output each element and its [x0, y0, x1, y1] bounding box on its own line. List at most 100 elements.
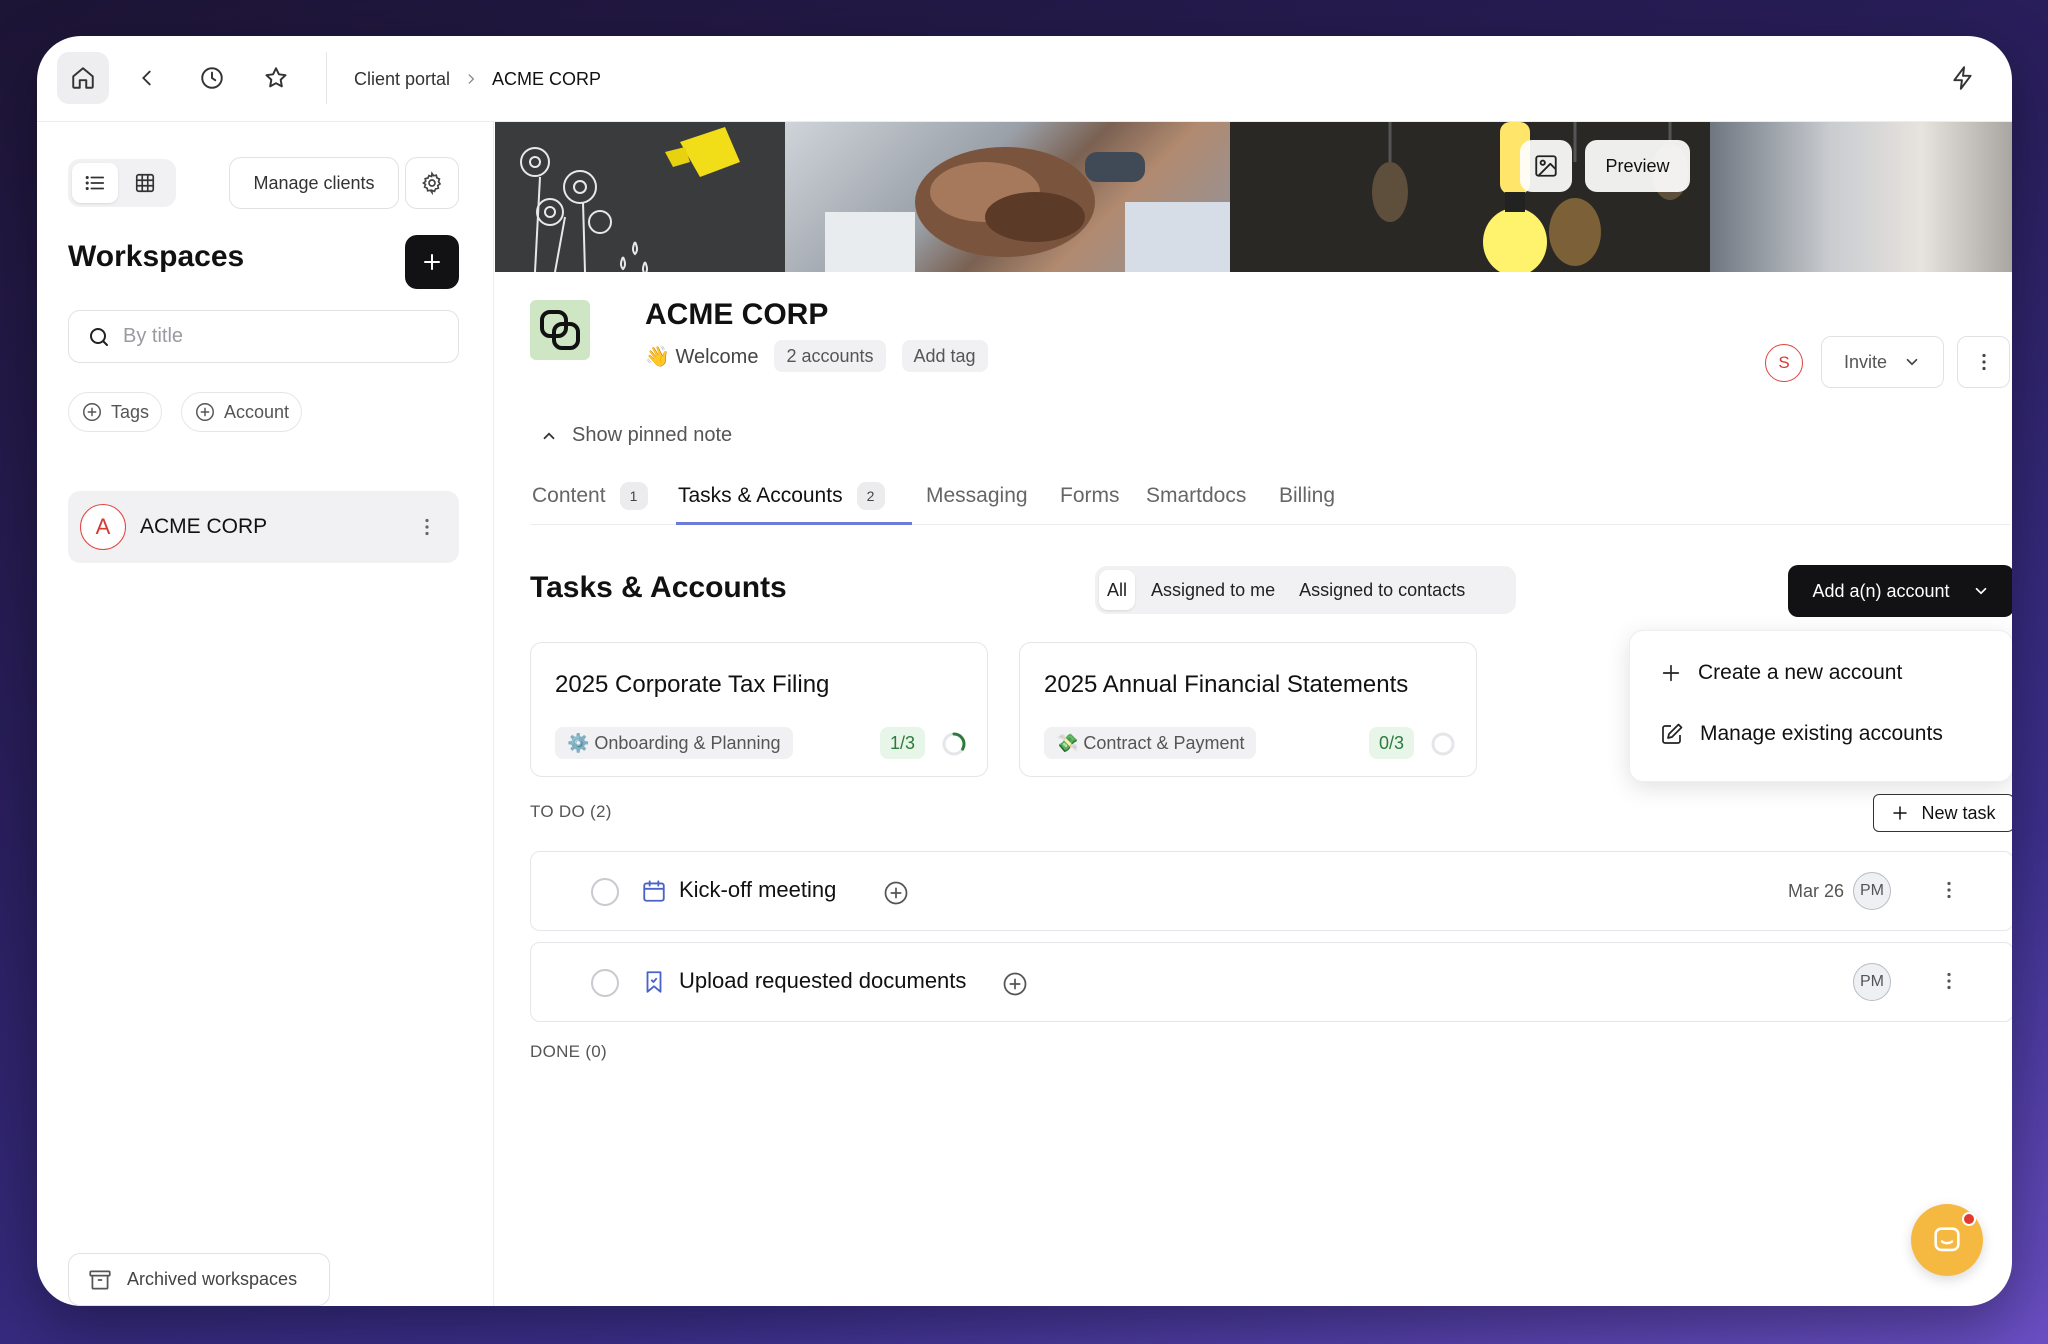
task-row[interactable]: Kick-off meeting Mar 26 PM — [530, 851, 2012, 931]
clock-icon — [201, 67, 223, 89]
manage-accounts-label: Manage existing accounts — [1700, 722, 1943, 745]
add-subtask-icon[interactable] — [882, 879, 910, 907]
toolbar-divider — [326, 52, 327, 104]
home-button[interactable] — [57, 52, 109, 104]
list-icon — [85, 175, 105, 191]
new-task-button[interactable]: New task — [1873, 794, 2012, 832]
filter-account-chip[interactable]: Account — [181, 392, 303, 432]
banner-image-hands — [785, 122, 1230, 272]
done-section-label: DONE (0) — [530, 1042, 608, 1061]
client-name: ACME CORP — [645, 298, 829, 331]
tab-content[interactable]: Content 1 — [532, 470, 648, 522]
filter-assigned-to-contacts[interactable]: Assigned to contacts — [1291, 570, 1473, 610]
invite-label: Invite — [1843, 351, 1888, 372]
tab-smartdocs[interactable]: Smartdocs — [1146, 470, 1246, 522]
settings-button[interactable] — [405, 157, 459, 209]
add-account-button[interactable]: Add a(n) account — [1788, 565, 2012, 617]
more-vertical-icon — [1981, 353, 1986, 371]
add-account-label: Add a(n) account — [1812, 580, 1950, 601]
tab-billing[interactable]: Billing — [1279, 470, 1335, 522]
client-logo — [530, 300, 590, 360]
preview-button[interactable]: Preview — [1585, 140, 1690, 192]
progress-ring — [942, 732, 966, 756]
archived-workspaces-button[interactable]: Archived workspaces — [68, 1253, 330, 1306]
task-name[interactable]: Upload requested documents — [679, 968, 966, 994]
back-button[interactable] — [121, 52, 173, 104]
tab-messaging[interactable]: Messaging — [926, 470, 1028, 522]
tab-label: Forms — [1060, 484, 1120, 507]
task-due-date[interactable]: Mar 26 — [1788, 881, 1844, 902]
tab-label: Smartdocs — [1146, 484, 1247, 507]
tab-forms[interactable]: Forms — [1060, 470, 1120, 522]
invite-button[interactable]: Invite — [1821, 336, 1944, 388]
avatar[interactable]: S — [1765, 344, 1803, 382]
tab-label: Tasks & Accounts — [678, 484, 843, 507]
account-card[interactable]: 2025 Corporate Tax Filing ⚙️ Onboarding … — [530, 642, 988, 777]
archive-icon — [89, 1269, 111, 1290]
filter-all[interactable]: All — [1099, 570, 1136, 610]
task-more-button[interactable] — [1937, 878, 1961, 907]
tab-count-badge: 1 — [619, 482, 648, 510]
add-tag-button[interactable]: Add tag — [901, 340, 988, 372]
task-row[interactable]: Upload requested documents PM — [530, 942, 2012, 1022]
add-subtask-icon[interactable] — [1001, 970, 1029, 998]
plus-icon — [1893, 806, 1908, 820]
search-input[interactable] — [123, 325, 423, 348]
task-more-button[interactable] — [1937, 969, 1961, 998]
quick-actions-button[interactable] — [1937, 52, 1989, 104]
gear-icon — [422, 171, 442, 195]
workspace-name: ACME CORP — [140, 515, 268, 538]
bookmark-icon — [646, 971, 662, 993]
plus-icon — [424, 254, 440, 270]
add-account-dropdown: Create a new account Manage existing acc… — [1629, 630, 2012, 782]
calendar-icon — [643, 880, 665, 902]
edit-icon — [1662, 723, 1683, 744]
section-title: Tasks & Accounts — [530, 571, 787, 604]
history-button[interactable] — [186, 52, 238, 104]
breadcrumb-current: ACME CORP — [492, 68, 602, 89]
grid-icon — [135, 173, 155, 193]
list-view-button[interactable] — [72, 163, 118, 203]
create-account-menu-item[interactable]: Create a new account — [1660, 661, 1902, 685]
account-card[interactable]: 2025 Annual Financial Statements 💸 Contr… — [1019, 642, 1477, 777]
more-vertical-icon — [1947, 972, 1951, 990]
filter-tags-chip[interactable]: Tags — [68, 392, 163, 432]
workspace-search — [68, 310, 459, 363]
client-meta: 👋 Welcome 2 accounts Add tag — [645, 340, 988, 372]
main-content: Preview ACME CORP 👋 Welcome 2 accounts A… — [495, 122, 2012, 1306]
add-workspace-button[interactable] — [405, 235, 459, 289]
lightning-icon — [1953, 66, 1972, 90]
filter-assigned-to-me[interactable]: Assigned to me — [1143, 570, 1283, 610]
favorites-button[interactable] — [250, 52, 302, 104]
avatar: A — [80, 504, 126, 550]
avatar[interactable]: PM — [1853, 872, 1891, 910]
notification-dot — [1962, 1212, 1976, 1226]
change-cover-button[interactable] — [1520, 140, 1572, 192]
tab-tasks-accounts[interactable]: Tasks & Accounts 2 — [678, 470, 885, 522]
task-complete-checkbox[interactable] — [591, 878, 619, 906]
account-title: 2025 Annual Financial Statements — [1044, 671, 1409, 698]
account-phase: 💸 Contract & Payment — [1044, 727, 1257, 759]
progress-ring — [1431, 732, 1455, 756]
task-name[interactable]: Kick-off meeting — [679, 877, 836, 903]
sidebar: Manage clients Workspaces Tags Account A… — [37, 122, 494, 1306]
manage-clients-button[interactable]: Manage clients — [229, 157, 399, 209]
workspace-more-button[interactable] — [415, 515, 439, 544]
avatar[interactable]: PM — [1853, 963, 1891, 1001]
accounts-pill[interactable]: 2 accounts — [774, 340, 886, 372]
task-complete-checkbox[interactable] — [591, 969, 619, 997]
archived-label: Archived workspaces — [127, 1269, 298, 1289]
chevron-left-icon — [142, 70, 151, 86]
client-more-button[interactable] — [1957, 336, 2010, 388]
star-icon — [265, 67, 287, 88]
new-task-label: New task — [1921, 802, 1996, 823]
tab-count-badge: 2 — [856, 482, 885, 510]
welcome-label[interactable]: 👋 Welcome — [645, 344, 758, 369]
manage-accounts-menu-item[interactable]: Manage existing accounts — [1660, 722, 1943, 746]
account-title: 2025 Corporate Tax Filing — [555, 671, 830, 698]
more-vertical-icon — [425, 518, 429, 536]
breadcrumb-client-portal[interactable]: Client portal — [354, 69, 450, 90]
grid-view-button[interactable] — [122, 163, 168, 203]
workspace-item-acme-corp[interactable]: A ACME CORP — [68, 491, 459, 563]
plus-circle-icon — [196, 403, 214, 421]
